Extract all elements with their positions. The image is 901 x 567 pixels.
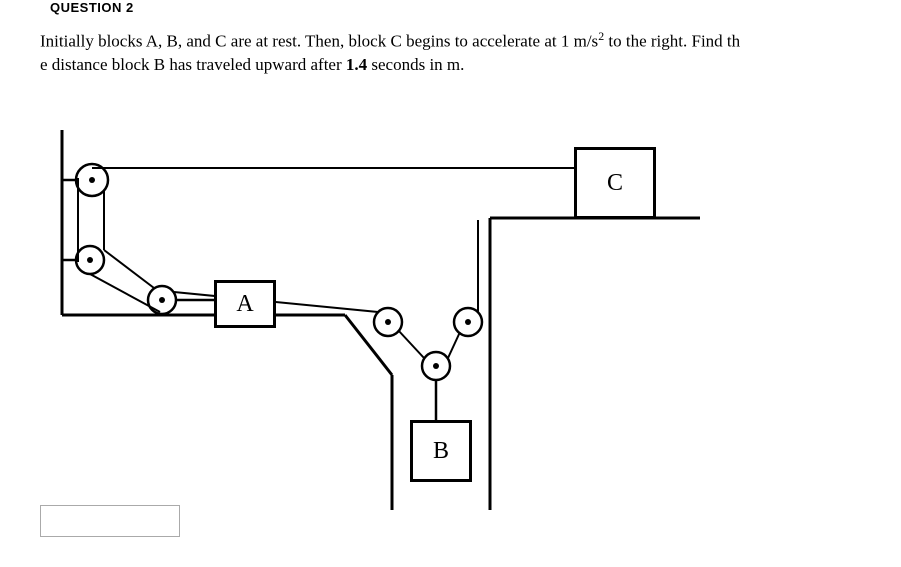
problem-text-part: e distance block B has traveled upward a… xyxy=(40,55,346,74)
block-a: A xyxy=(214,280,276,328)
problem-text-part: seconds in m. xyxy=(367,55,464,74)
block-c: C xyxy=(574,147,656,219)
problem-bold-value: 1.4 xyxy=(346,55,367,74)
problem-text-part: to the right. Find th xyxy=(604,32,740,51)
problem-text-part: Initially blocks A, B, and C are at rest… xyxy=(40,32,598,51)
problem-statement: Initially blocks A, B, and C are at rest… xyxy=(40,28,881,77)
pulley-diagram: C A B xyxy=(40,120,720,540)
block-a-label: A xyxy=(236,291,253,318)
block-c-label: C xyxy=(607,170,623,197)
block-b-label: B xyxy=(433,438,449,465)
answer-input[interactable] xyxy=(40,505,180,537)
question-header: QUESTION 2 xyxy=(50,0,134,15)
block-b: B xyxy=(410,420,472,482)
